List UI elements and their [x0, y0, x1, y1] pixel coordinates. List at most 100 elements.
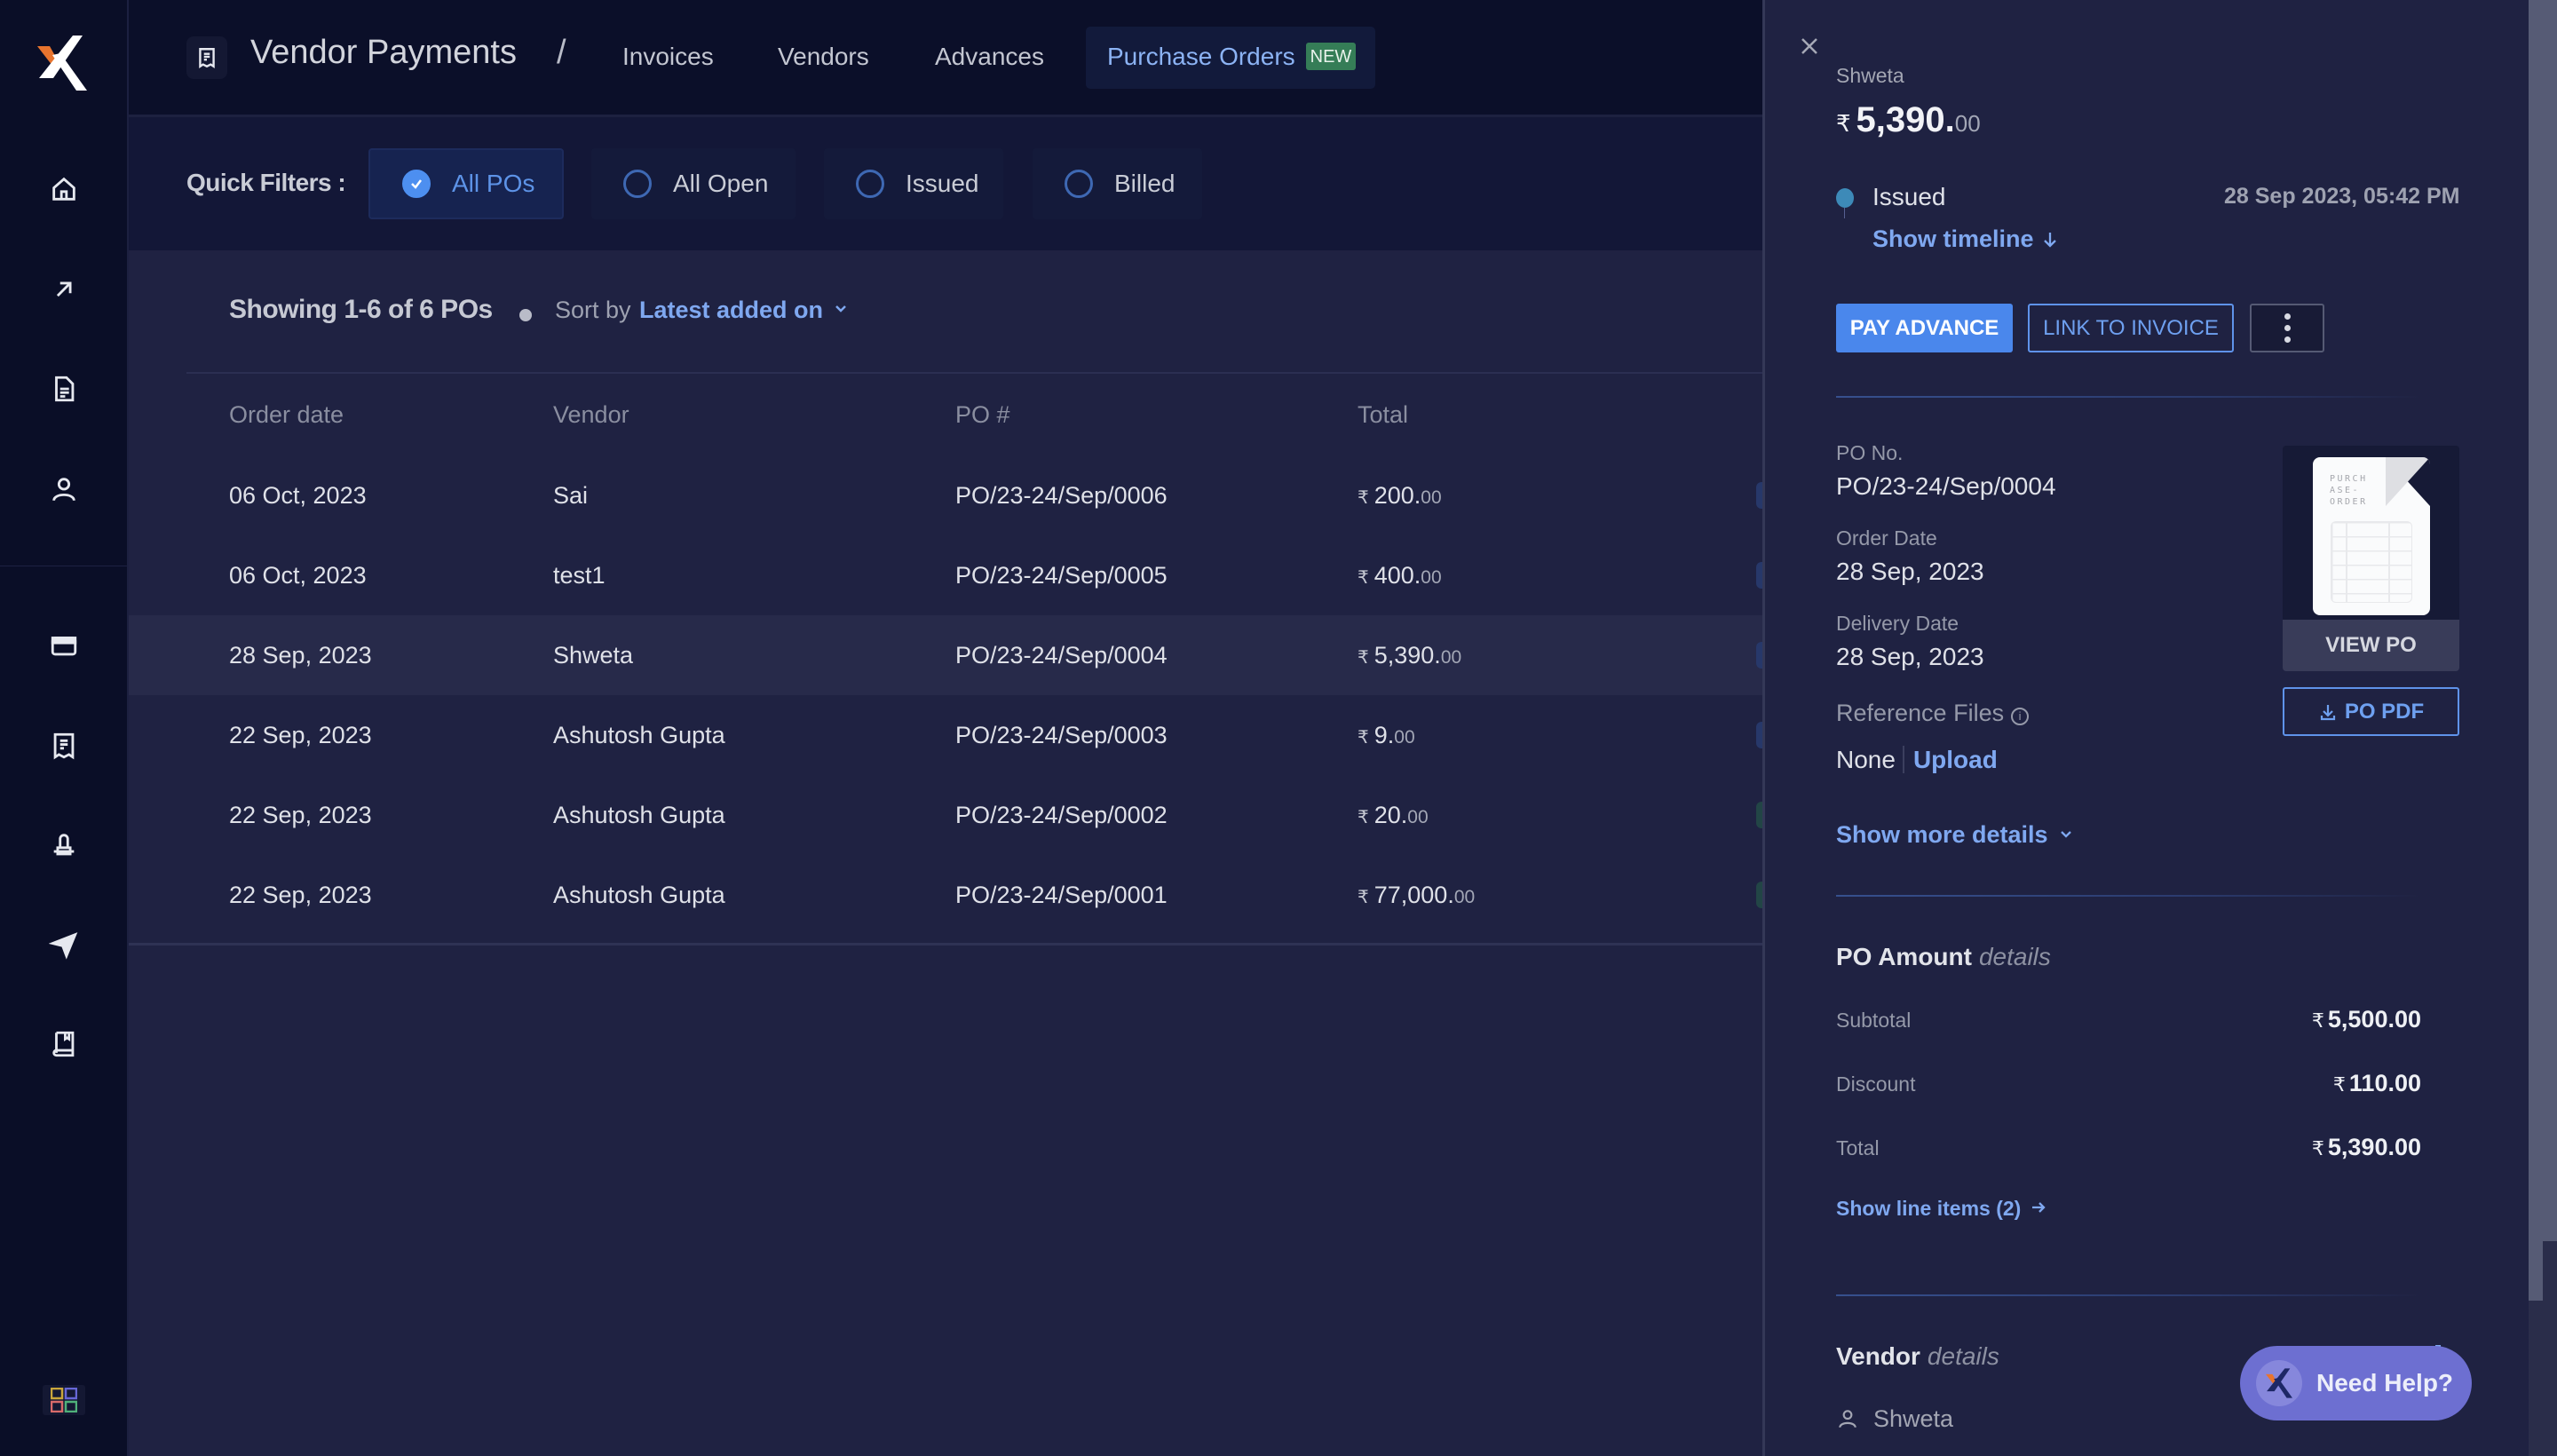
apps-button[interactable]: [43, 1385, 85, 1415]
currency-symbol: ₹: [1358, 568, 1369, 588]
receipt-icon: [53, 732, 75, 760]
show-timeline-link[interactable]: Show timeline: [1872, 226, 2060, 253]
cell-order-date: 06 Oct, 2023: [229, 562, 367, 589]
filter-all-open[interactable]: All Open: [591, 148, 796, 219]
divider: [1836, 396, 2422, 398]
sidebar-item-cards[interactable]: [43, 624, 85, 667]
currency-symbol: ₹: [1836, 110, 1851, 137]
scrollbar-thumb-outer[interactable]: [2543, 0, 2557, 1241]
scrollbar-thumb[interactable]: [2529, 0, 2543, 1301]
filter-issued[interactable]: Issued: [824, 148, 1003, 219]
table-row[interactable]: 06 Oct, 2023 test1 PO/23-24/Sep/0005 ₹400.0…: [129, 535, 1767, 615]
vendor-contact-name: Shweta: [1873, 1405, 1954, 1432]
po-document-thumbnail[interactable]: PURCH ASE- ORDER: [2283, 446, 2459, 620]
column-header-order-date[interactable]: Order date: [229, 401, 344, 429]
show-line-items-link[interactable]: Show line items (2): [1836, 1197, 2047, 1221]
sort-dropdown[interactable]: Latest added on: [639, 297, 850, 324]
new-badge: NEW: [1305, 43, 1357, 70]
user-icon: [1839, 1410, 1856, 1428]
sidebar-item-documents[interactable]: [43, 368, 85, 410]
more-options-button[interactable]: [2250, 304, 2324, 352]
table-row[interactable]: 22 Sep, 2023 Ashutosh Gupta PO/23-24/Sep/0…: [129, 855, 1767, 935]
po-detail-panel: Shweta ₹5,390.00 Issued 28 Sep 2023, 05:…: [1762, 0, 2529, 1456]
amount-label: Total: [1836, 1136, 1880, 1159]
sidebar: [0, 0, 129, 1456]
po-number-label: PO No.: [1836, 441, 1904, 464]
currency-symbol: ₹: [1358, 488, 1369, 508]
download-icon: [2320, 704, 2335, 720]
tab-invoices[interactable]: Invoices: [622, 43, 714, 71]
column-header-total[interactable]: Total: [1358, 401, 1408, 429]
filter-all-pos[interactable]: All POs: [368, 148, 564, 219]
user-icon: [52, 478, 75, 502]
sidebar-item-contacts[interactable]: [43, 468, 85, 510]
vendor-contact: Shweta: [1836, 1405, 1953, 1433]
table-row[interactable]: 28 Sep, 2023 Shweta PO/23-24/Sep/0004 ₹5,39…: [129, 615, 1767, 695]
chevron-down-icon: [835, 305, 846, 313]
currency-symbol: ₹: [1358, 648, 1369, 668]
stamp-icon: [53, 834, 75, 856]
section-title-suffix: details: [1927, 1342, 1999, 1370]
sort-value: Latest added on: [639, 297, 824, 323]
sidebar-item-approvals[interactable]: [43, 824, 85, 866]
separator-dot: [519, 309, 532, 321]
amount-value: ₹110.00: [2333, 1070, 2421, 1097]
amount-cents: 00: [1954, 110, 1981, 137]
column-header-vendor[interactable]: Vendor: [553, 401, 629, 429]
cell-total: ₹400.00: [1358, 562, 1442, 590]
delivery-date-value: 28 Sep, 2023: [1836, 643, 1984, 670]
cell-vendor: Ashutosh Gupta: [553, 882, 725, 908]
table-row[interactable]: 06 Oct, 2023 Sai PO/23-24/Sep/0006 ₹200.00: [129, 455, 1767, 535]
cell-total: ₹20.00: [1358, 802, 1429, 829]
thumbnail-text: PURCH ASE- ORDER: [2330, 474, 2368, 507]
amount-number: 5,500.00: [2327, 1006, 2421, 1033]
close-button[interactable]: [1799, 36, 1825, 62]
status-timestamp: 28 Sep 2023, 05:42 PM: [2224, 184, 2460, 209]
upload-link[interactable]: Upload: [1902, 746, 1998, 773]
po-number-value: PO/23-24/Sep/0004: [1836, 472, 2056, 500]
show-more-details-link[interactable]: Show more details: [1836, 821, 2075, 849]
cell-vendor: Sai: [553, 482, 589, 509]
table-row[interactable]: 22 Sep, 2023 Ashutosh Gupta PO/23-24/Sep/0…: [129, 775, 1767, 855]
sidebar-item-vendor-payments[interactable]: [43, 724, 85, 767]
sidebar-item-payments[interactable]: [43, 268, 85, 311]
sidebar-item-home[interactable]: [43, 168, 85, 210]
info-icon[interactable]: i: [2011, 708, 2030, 725]
tab-vendors[interactable]: Vendors: [778, 43, 869, 71]
quick-filters-label: Quick Filters :: [186, 169, 346, 196]
tab-advances[interactable]: Advances: [935, 43, 1044, 71]
apps-grid-icon: [51, 1388, 77, 1412]
panel-amount: ₹5,390.00: [1836, 100, 1981, 140]
check-icon: [402, 170, 431, 198]
tab-purchase-orders[interactable]: Purchase Orders NEW: [1086, 27, 1376, 89]
sidebar-item-transfers[interactable]: [43, 923, 85, 966]
cell-order-date: 22 Sep, 2023: [229, 882, 372, 908]
link-to-invoice-button[interactable]: LINK TO INVOICE: [2028, 304, 2234, 352]
cell-po-number: PO/23-24/Sep/0004: [955, 642, 1168, 669]
column-header-po-number[interactable]: PO #: [955, 401, 1010, 429]
currency-symbol: ₹: [1358, 728, 1369, 748]
section-title: Vendor: [1836, 1342, 1920, 1370]
cell-po-number: PO/23-24/Sep/0005: [955, 562, 1168, 589]
show-more-label: Show more details: [1836, 821, 2048, 848]
panel-vendor-name: Shweta: [1836, 64, 1904, 87]
cell-po-number: PO/23-24/Sep/0003: [955, 722, 1168, 748]
filter-billed[interactable]: Billed: [1033, 148, 1202, 219]
total-cents: 00: [1421, 567, 1442, 588]
book-icon: [52, 1031, 75, 1057]
view-po-button[interactable]: VIEW PO: [2283, 620, 2459, 671]
cell-total: ₹77,000.00: [1358, 882, 1475, 909]
arrow-right-icon: [2032, 1202, 2046, 1213]
sidebar-item-ledger[interactable]: [43, 1023, 85, 1065]
pay-advance-button[interactable]: PAY ADVANCE: [1836, 304, 2013, 352]
po-pdf-download-button[interactable]: PO PDF: [2283, 687, 2459, 736]
send-icon: [49, 932, 78, 960]
x-logo[interactable]: [37, 36, 87, 91]
need-help-label: Need Help?: [2316, 1369, 2454, 1397]
need-help-button[interactable]: Need Help?: [2240, 1346, 2472, 1420]
cell-vendor: test1: [553, 562, 606, 589]
cell-vendor: Ashutosh Gupta: [553, 802, 725, 828]
table-row[interactable]: 22 Sep, 2023 Ashutosh Gupta PO/23-24/Sep/0…: [129, 695, 1767, 775]
currency-symbol: ₹: [2311, 1137, 2324, 1159]
arrow-down-icon: [2044, 233, 2056, 248]
